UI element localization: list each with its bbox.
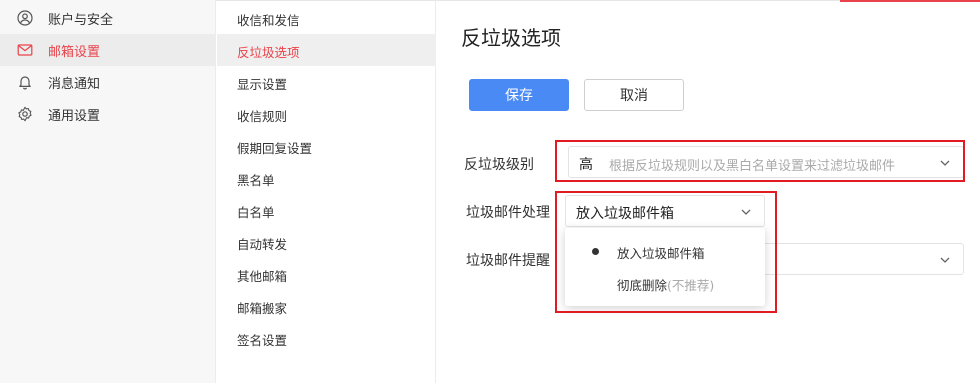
sidebar-item-label: 邮箱设置 — [48, 45, 101, 60]
settings-sidebar: 账户与安全 邮箱设置 消息通知 通用设置 — [0, 0, 216, 383]
cancel-button[interactable]: 取消 — [584, 79, 684, 111]
submenu-item-auto-forward[interactable]: 自动转发 — [217, 226, 436, 258]
highlight-box-spam-level — [555, 140, 965, 182]
save-button[interactable]: 保存 — [469, 79, 569, 111]
chevron-down-icon — [940, 257, 950, 263]
submenu-item-whitelist[interactable]: 白名单 — [217, 194, 436, 226]
submenu-item-other-mailbox[interactable]: 其他邮箱 — [217, 258, 436, 290]
submenu-item-signature[interactable]: 签名设置 — [217, 322, 436, 354]
sidebar-item-label: 消息通知 — [48, 77, 101, 92]
gear-icon — [18, 106, 32, 122]
sidebar-item-notifications[interactable]: 消息通知 — [0, 66, 216, 98]
submenu-item-label: 其他邮箱 — [237, 269, 288, 284]
sidebar-item-label: 通用设置 — [48, 109, 101, 124]
submenu-item-label: 收信和发信 — [237, 13, 300, 28]
spam-reminder-label: 垃圾邮件提醒 — [466, 253, 550, 269]
user-circle-icon — [17, 10, 33, 26]
submenu-item-label: 白名单 — [237, 205, 275, 220]
spam-level-label: 反垃圾级别 — [464, 157, 534, 173]
submenu-item-blacklist[interactable]: 黑名单 — [217, 162, 436, 194]
submenu-item-label: 反垃圾选项 — [237, 45, 300, 60]
settings-page: 账户与安全 邮箱设置 消息通知 通用设置 收信和发信 反垃圾选项 显示设置 收信… — [0, 0, 980, 383]
submenu-item-label: 黑名单 — [237, 173, 275, 188]
mail-icon — [17, 44, 33, 56]
sidebar-item-account-security[interactable]: 账户与安全 — [0, 2, 216, 34]
submenu-item-label: 显示设置 — [237, 77, 288, 92]
sidebar-item-mail-settings[interactable]: 邮箱设置 — [0, 34, 216, 66]
submenu-item-receive-send[interactable]: 收信和发信 — [217, 2, 436, 34]
submenu-item-label: 自动转发 — [237, 237, 288, 252]
page-title: 反垃圾选项 — [461, 26, 561, 50]
submenu-item-vacation-reply[interactable]: 假期回复设置 — [217, 130, 436, 162]
highlight-box-spam-handling — [555, 191, 777, 313]
sidebar-item-label: 账户与安全 — [48, 13, 114, 28]
submenu-item-display[interactable]: 显示设置 — [217, 66, 436, 98]
mail-settings-submenu: 收信和发信 反垃圾选项 显示设置 收信规则 假期回复设置 黑名单 白名单 自动转… — [217, 0, 436, 383]
submenu-item-label: 签名设置 — [237, 333, 288, 348]
sidebar-item-general-settings[interactable]: 通用设置 — [0, 98, 216, 130]
anti-spam-panel: 反垃圾选项 保存 取消 反垃圾级别 高 根据反垃圾规则以及黑白名单设置来过滤垃圾… — [437, 0, 980, 383]
submenu-item-label: 假期回复设置 — [237, 141, 313, 156]
bell-icon — [19, 76, 31, 90]
submenu-item-label: 收信规则 — [237, 109, 288, 124]
submenu-item-receive-rules[interactable]: 收信规则 — [217, 98, 436, 130]
submenu-item-label: 邮箱搬家 — [237, 301, 288, 316]
spam-handling-label: 垃圾邮件处理 — [466, 205, 550, 221]
submenu-item-mailbox-migration[interactable]: 邮箱搬家 — [217, 290, 436, 322]
submenu-item-anti-spam[interactable]: 反垃圾选项 — [217, 34, 436, 66]
